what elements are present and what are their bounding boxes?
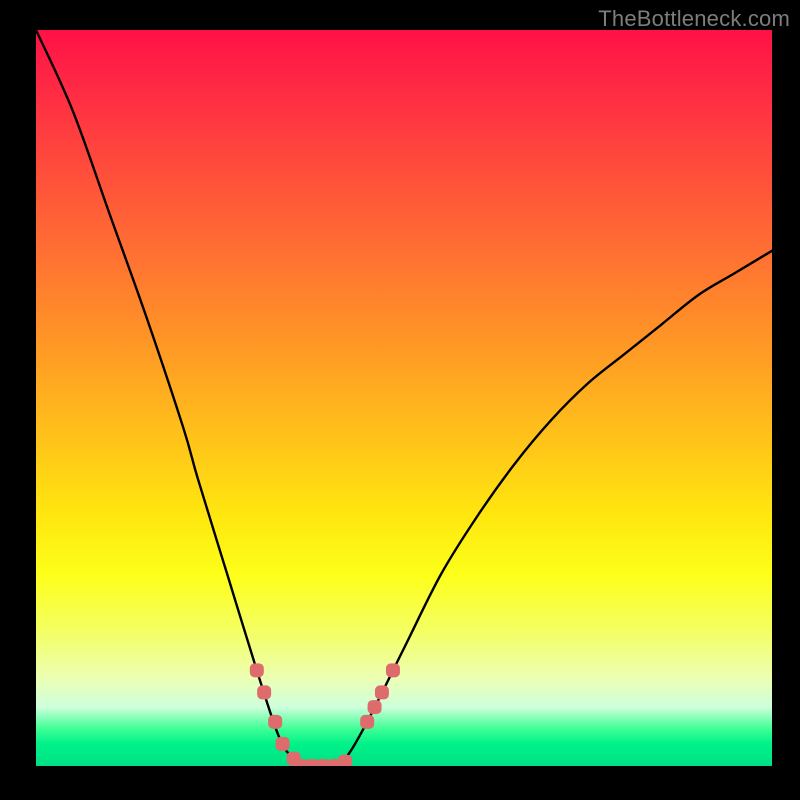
plot-area [36, 30, 772, 766]
highlight-marker [257, 685, 271, 699]
highlight-marker [250, 663, 264, 677]
chart-stage: TheBottleneck.com [0, 0, 800, 800]
highlight-marker [338, 755, 352, 766]
highlight-marker [360, 715, 374, 729]
highlight-marker [368, 700, 382, 714]
watermark-text: TheBottleneck.com [598, 6, 790, 32]
highlight-marker [375, 685, 389, 699]
highlight-marker [386, 663, 400, 677]
curve-layer [36, 30, 772, 766]
highlight-markers [250, 663, 400, 766]
bottleneck-curve [36, 30, 772, 766]
highlight-marker [268, 715, 282, 729]
highlight-marker [276, 737, 290, 751]
